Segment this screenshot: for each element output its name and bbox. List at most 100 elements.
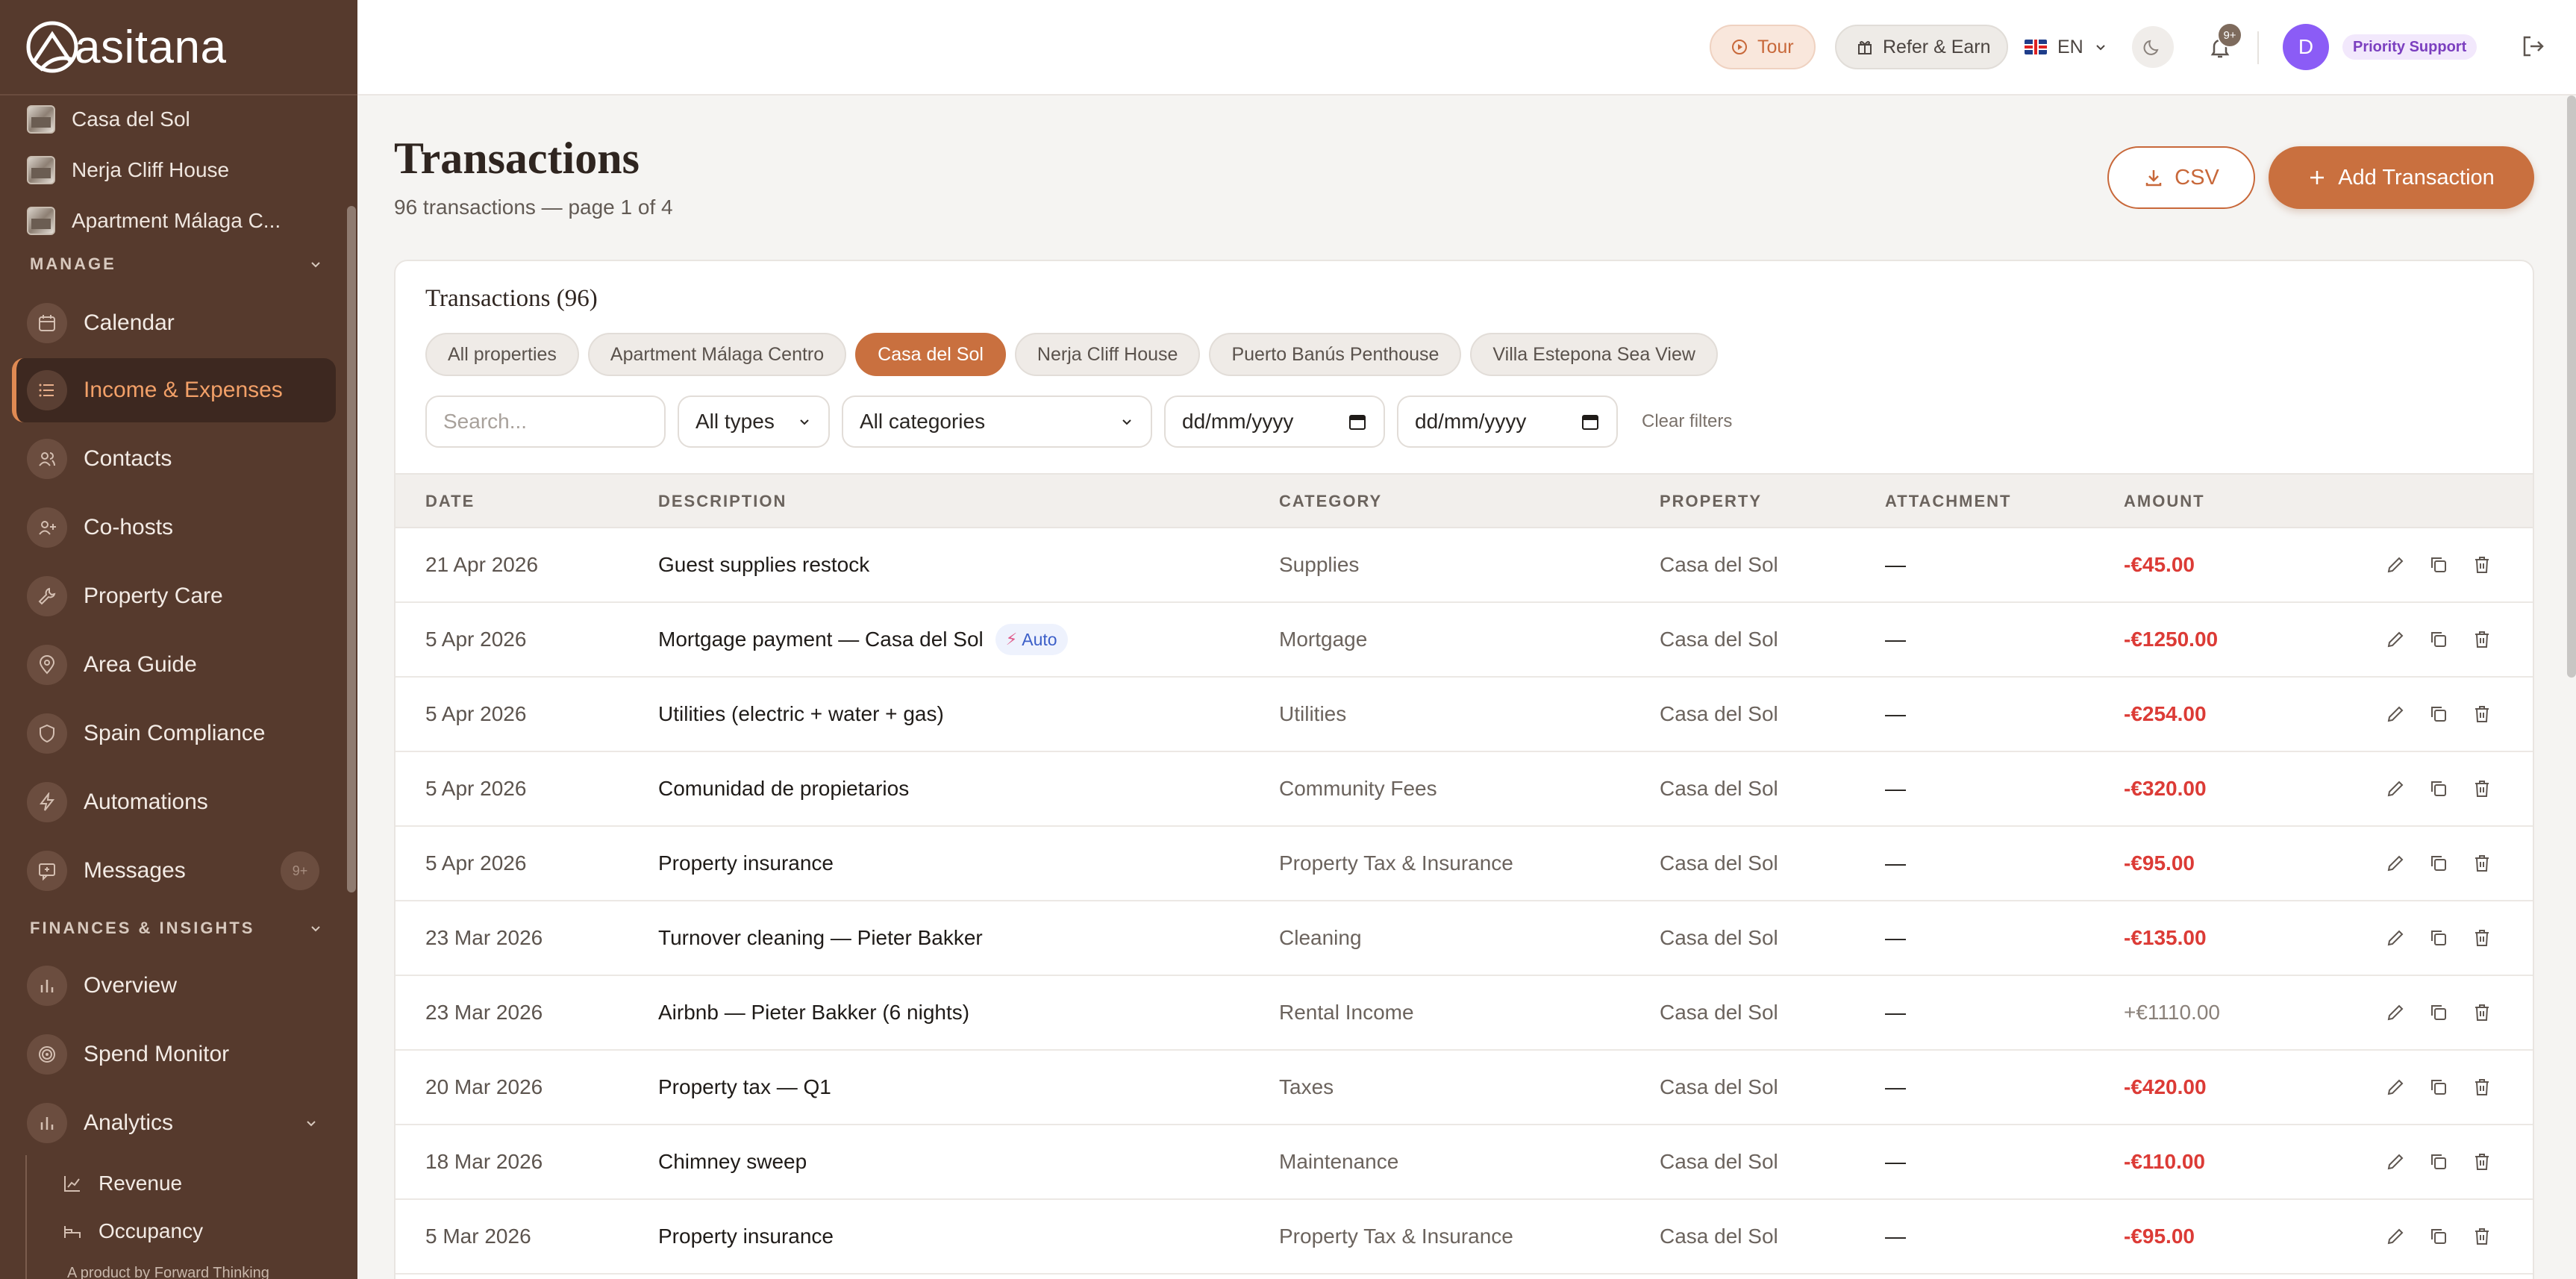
edit-icon[interactable]: [2385, 778, 2406, 799]
sidebar-property-casa-del-sol[interactable]: Casa del Sol: [27, 94, 340, 145]
duplicate-icon[interactable]: [2428, 629, 2449, 650]
property-thumbnail: [27, 207, 55, 235]
column-header-date[interactable]: DATE: [425, 475, 475, 528]
sidebar-item-overview[interactable]: Overview: [12, 954, 336, 1018]
edit-icon[interactable]: [2385, 704, 2406, 725]
duplicate-icon[interactable]: [2428, 853, 2449, 874]
language-selector[interactable]: EN: [2025, 25, 2107, 69]
trash-icon[interactable]: [2472, 1226, 2492, 1247]
column-header-attachment[interactable]: ATTACHMENT: [1885, 475, 2012, 528]
trash-icon[interactable]: [2472, 853, 2492, 874]
sidebar-item-calendar[interactable]: Calendar: [12, 291, 336, 355]
sidebar-item-messages[interactable]: Messages 9+: [12, 839, 336, 903]
cell-attachment: —: [1885, 851, 1906, 875]
cell-description: Property tax — Q1: [658, 1051, 831, 1124]
column-header-category[interactable]: CATEGORY: [1279, 475, 1382, 528]
edit-icon[interactable]: [2385, 1151, 2406, 1172]
sidebar-item-spend-monitor[interactable]: Spend Monitor: [12, 1022, 336, 1086]
date-to-input[interactable]: dd/mm/yyyy: [1397, 395, 1618, 448]
sidebar-scrollbar[interactable]: [347, 206, 356, 892]
priority-support-badge[interactable]: Priority Support: [2342, 34, 2477, 60]
duplicate-icon[interactable]: [2428, 778, 2449, 799]
refer-earn-button[interactable]: Refer & Earn: [1835, 25, 2008, 69]
sidebar-item-property-care[interactable]: Property Care: [12, 564, 336, 628]
column-header-amount[interactable]: AMOUNT: [2124, 475, 2205, 528]
table-row[interactable]: 5 Apr 2026 Utilities (electric + water +…: [396, 678, 2533, 752]
duplicate-icon[interactable]: [2428, 554, 2449, 575]
bolt-icon: [27, 782, 67, 822]
trash-icon[interactable]: [2472, 629, 2492, 650]
category-select[interactable]: All categories: [842, 395, 1152, 448]
sidebar-item-area-guide[interactable]: Area Guide: [12, 633, 336, 697]
sidebar: asitana Casa del Sol Nerja Cliff House A…: [0, 0, 357, 1279]
sidebar-property-apartment-malaga[interactable]: Apartment Málaga C...: [27, 196, 340, 246]
table-row[interactable]: 5 Apr 2026 Property insurance Property T…: [396, 827, 2533, 901]
table-row[interactable]: 20 Mar 2026 Property tax — Q1 Taxes Casa…: [396, 1051, 2533, 1125]
trash-icon[interactable]: [2472, 778, 2492, 799]
duplicate-icon[interactable]: [2428, 1151, 2449, 1172]
column-header-description[interactable]: DESCRIPTION: [658, 475, 787, 528]
sidebar-item-analytics[interactable]: Analytics: [12, 1091, 336, 1155]
row-actions: [2385, 678, 2515, 751]
edit-icon[interactable]: [2385, 1077, 2406, 1098]
duplicate-icon[interactable]: [2428, 1077, 2449, 1098]
duplicate-icon[interactable]: [2428, 704, 2449, 725]
notifications-button[interactable]: 9+: [2202, 22, 2242, 66]
search-input[interactable]: Search...: [425, 395, 666, 448]
page-scrollbar[interactable]: [2567, 96, 2576, 678]
cell-category: Taxes: [1279, 1075, 1334, 1098]
sidebar-property-nerja-cliff-house[interactable]: Nerja Cliff House: [27, 145, 340, 196]
edit-icon[interactable]: [2385, 853, 2406, 874]
export-csv-button[interactable]: CSV: [2107, 146, 2255, 209]
trash-icon[interactable]: [2472, 1151, 2492, 1172]
table-row[interactable]: 5 Apr 2026 Comunidad de propietarios Com…: [396, 752, 2533, 827]
tour-button[interactable]: Tour: [1710, 25, 1816, 69]
trash-icon[interactable]: [2472, 1077, 2492, 1098]
chip-all-properties[interactable]: All properties: [425, 333, 579, 376]
trash-icon[interactable]: [2472, 704, 2492, 725]
sidebar-item-income-expenses[interactable]: Income & Expenses: [12, 358, 336, 422]
edit-icon[interactable]: [2385, 629, 2406, 650]
sidebar-item-cohosts[interactable]: Co-hosts: [12, 495, 336, 560]
sidebar-subitem-occupancy[interactable]: Occupancy: [63, 1209, 203, 1254]
column-header-property[interactable]: PROPERTY: [1660, 475, 1762, 528]
table-row[interactable]: 5 Apr 2026 Mortgage payment — Casa del S…: [396, 603, 2533, 678]
clear-filters-button[interactable]: Clear filters: [1642, 411, 1732, 432]
table-row[interactable]: 18 Mar 2026 Chimney sweep Maintenance Ca…: [396, 1125, 2533, 1200]
sidebar-item-spain-compliance[interactable]: Spain Compliance: [12, 701, 336, 766]
table-row[interactable]: 5 Mar 2026 Property insurance Property T…: [396, 1200, 2533, 1275]
brand-logo[interactable]: asitana: [24, 13, 226, 81]
section-finances-insights[interactable]: FINANCES & INSIGHTS: [30, 913, 322, 943]
trash-icon[interactable]: [2472, 928, 2492, 948]
logout-icon[interactable]: [2519, 31, 2548, 61]
duplicate-icon[interactable]: [2428, 1002, 2449, 1023]
edit-icon[interactable]: [2385, 928, 2406, 948]
theme-toggle-button[interactable]: [2132, 26, 2174, 68]
date-from-input[interactable]: dd/mm/yyyy: [1164, 395, 1385, 448]
edit-icon[interactable]: [2385, 554, 2406, 575]
chip-villa-estepona-sea-view[interactable]: Villa Estepona Sea View: [1470, 333, 1718, 376]
target-icon: [27, 1034, 67, 1075]
chip-casa-del-sol[interactable]: Casa del Sol: [855, 333, 1006, 376]
chip-puerto-banus-penthouse[interactable]: Puerto Banús Penthouse: [1209, 333, 1462, 376]
edit-icon[interactable]: [2385, 1226, 2406, 1247]
sidebar-item-contacts[interactable]: Contacts: [12, 427, 336, 491]
sidebar-subitem-revenue[interactable]: Revenue: [63, 1161, 182, 1206]
duplicate-icon[interactable]: [2428, 928, 2449, 948]
edit-icon[interactable]: [2385, 1002, 2406, 1023]
sidebar-item-automations[interactable]: Automations: [12, 770, 336, 834]
user-avatar[interactable]: D: [2283, 24, 2329, 70]
add-transaction-button[interactable]: Add Transaction: [2269, 146, 2534, 209]
transactions-card: Transactions (96) All properties Apartme…: [394, 260, 2534, 1279]
chip-apartment-malaga-centro[interactable]: Apartment Málaga Centro: [587, 333, 847, 376]
trash-icon[interactable]: [2472, 1002, 2492, 1023]
type-select[interactable]: All types: [678, 395, 830, 448]
sidebar-item-label: Analytics: [84, 1110, 174, 1135]
duplicate-icon[interactable]: [2428, 1226, 2449, 1247]
table-row[interactable]: 21 Apr 2026 Guest supplies restock Suppl…: [396, 528, 2533, 603]
trash-icon[interactable]: [2472, 554, 2492, 575]
table-row[interactable]: 23 Mar 2026 Turnover cleaning — Pieter B…: [396, 901, 2533, 976]
chip-nerja-cliff-house[interactable]: Nerja Cliff House: [1014, 333, 1201, 376]
section-manage[interactable]: MANAGE: [30, 249, 322, 279]
table-row[interactable]: 23 Mar 2026 Airbnb — Pieter Bakker (6 ni…: [396, 976, 2533, 1051]
